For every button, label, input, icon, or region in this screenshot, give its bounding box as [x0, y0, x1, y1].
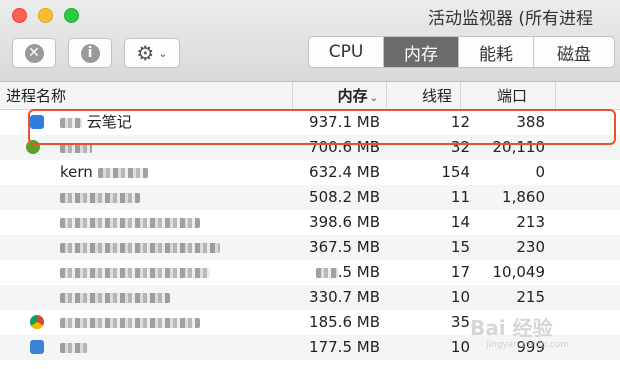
- process-name: [60, 310, 200, 335]
- ports-value: 10,049: [492, 263, 546, 281]
- tab-disk[interactable]: 磁盘: [534, 37, 614, 67]
- process-name: [60, 285, 170, 310]
- threads-value: 11: [450, 188, 470, 206]
- redacted-text: [60, 217, 200, 228]
- app-icon: [30, 340, 44, 354]
- column-header-name[interactable]: 进程名称: [6, 82, 66, 110]
- column-header-ports[interactable]: 端口: [460, 82, 556, 110]
- table-row[interactable]: 330.7 MB 10 215: [0, 285, 620, 310]
- memory-value: 367.5 MB: [309, 238, 380, 256]
- memory-value: 937.1 MB: [309, 113, 380, 131]
- memory-value: 700.6 MB: [309, 138, 380, 156]
- memory-value: 508.2 MB: [309, 188, 380, 206]
- redacted-text: [97, 167, 148, 178]
- table-row[interactable]: 398.6 MB 14 213: [0, 210, 620, 235]
- threads-value: 154: [441, 163, 470, 181]
- threads-value: 15: [450, 238, 470, 256]
- column-header-memory-label: 内存: [337, 87, 368, 105]
- note-app-icon: [30, 115, 44, 129]
- gear-icon: ⚙: [136, 41, 155, 65]
- window-title: 活动监视器 (所有进程: [428, 9, 594, 29]
- ports-value: 0: [535, 163, 545, 181]
- sort-descending-icon: ⌄: [369, 93, 378, 104]
- redacted-text: [60, 117, 82, 128]
- threads-value: 10: [450, 288, 470, 306]
- inspect-process-button[interactable]: i: [68, 38, 112, 68]
- app-icon: [26, 140, 40, 154]
- memory-value: 398.6 MB: [309, 213, 380, 231]
- window-titlebar: 活动监视器 (所有进程 ✕ i ⚙ ⌄ CPU 内存 能耗 磁盘: [0, 0, 620, 82]
- minimize-window-button[interactable]: [38, 8, 53, 23]
- action-menu-button[interactable]: ⚙ ⌄: [124, 38, 180, 68]
- redacted-text: [60, 242, 220, 253]
- process-name: [60, 260, 210, 285]
- process-name: kern: [60, 160, 148, 185]
- stop-icon: ✕: [24, 43, 44, 63]
- table-header: 进程名称 内存 ⌄ 线程 端口: [0, 82, 620, 110]
- redacted-text: [60, 342, 88, 353]
- redacted-text: [60, 317, 200, 328]
- close-window-button[interactable]: [12, 8, 27, 23]
- zoom-window-button[interactable]: [64, 8, 79, 23]
- table-row[interactable]: 700.6 MB 32 20,110: [0, 135, 620, 160]
- tab-cpu[interactable]: CPU: [309, 37, 384, 67]
- tab-bar: CPU 内存 能耗 磁盘: [308, 36, 615, 68]
- memory-value: 177.5 MB: [309, 338, 380, 356]
- ports-value: 1,860: [502, 188, 545, 206]
- column-header-memory[interactable]: 内存 ⌄: [292, 82, 386, 110]
- threads-value: 32: [450, 138, 470, 156]
- ports-value: 388: [516, 113, 545, 131]
- memory-value: .5 MB: [292, 260, 380, 285]
- threads-value: 12: [450, 113, 470, 131]
- ports-value: 230: [516, 238, 545, 256]
- process-name: [60, 135, 92, 160]
- process-name: 云笔记: [60, 110, 132, 135]
- tab-memory[interactable]: 内存: [384, 37, 459, 67]
- ports-value: 215: [516, 288, 545, 306]
- memory-value: 185.6 MB: [309, 313, 380, 331]
- table-row[interactable]: 云笔记 937.1 MB 12 388: [0, 110, 620, 135]
- process-name: [60, 185, 140, 210]
- process-name: [60, 335, 88, 360]
- table-row[interactable]: 508.2 MB 11 1,860: [0, 185, 620, 210]
- table-row[interactable]: kern 632.4 MB 154 0: [0, 160, 620, 185]
- info-icon: i: [80, 43, 100, 63]
- chevron-down-icon: ⌄: [158, 46, 168, 60]
- watermark-logo: Bai 经验: [470, 316, 553, 340]
- stop-process-button[interactable]: ✕: [12, 38, 56, 68]
- table-row[interactable]: 367.5 MB 15 230: [0, 235, 620, 260]
- ports-value: 213: [516, 213, 545, 231]
- threads-value: 17: [450, 263, 470, 281]
- ports-value: 20,110: [492, 138, 546, 156]
- memory-value: 330.7 MB: [309, 288, 380, 306]
- table-row[interactable]: .5 MB 17 10,049: [0, 260, 620, 285]
- column-header-threads[interactable]: 线程: [386, 82, 460, 110]
- threads-value: 14: [450, 213, 470, 231]
- redacted-text: [60, 267, 210, 278]
- threads-value: 35: [450, 313, 470, 331]
- process-name: [60, 235, 220, 260]
- chrome-icon: [30, 315, 44, 329]
- tab-energy[interactable]: 能耗: [459, 37, 534, 67]
- process-name: [60, 210, 200, 235]
- redacted-text: [315, 267, 338, 278]
- memory-value: 632.4 MB: [309, 163, 380, 181]
- watermark-url: jingyan.baidu.com: [486, 340, 570, 350]
- redacted-text: [60, 292, 170, 303]
- redacted-text: [60, 142, 92, 153]
- redacted-text: [60, 192, 140, 203]
- threads-value: 10: [450, 338, 470, 356]
